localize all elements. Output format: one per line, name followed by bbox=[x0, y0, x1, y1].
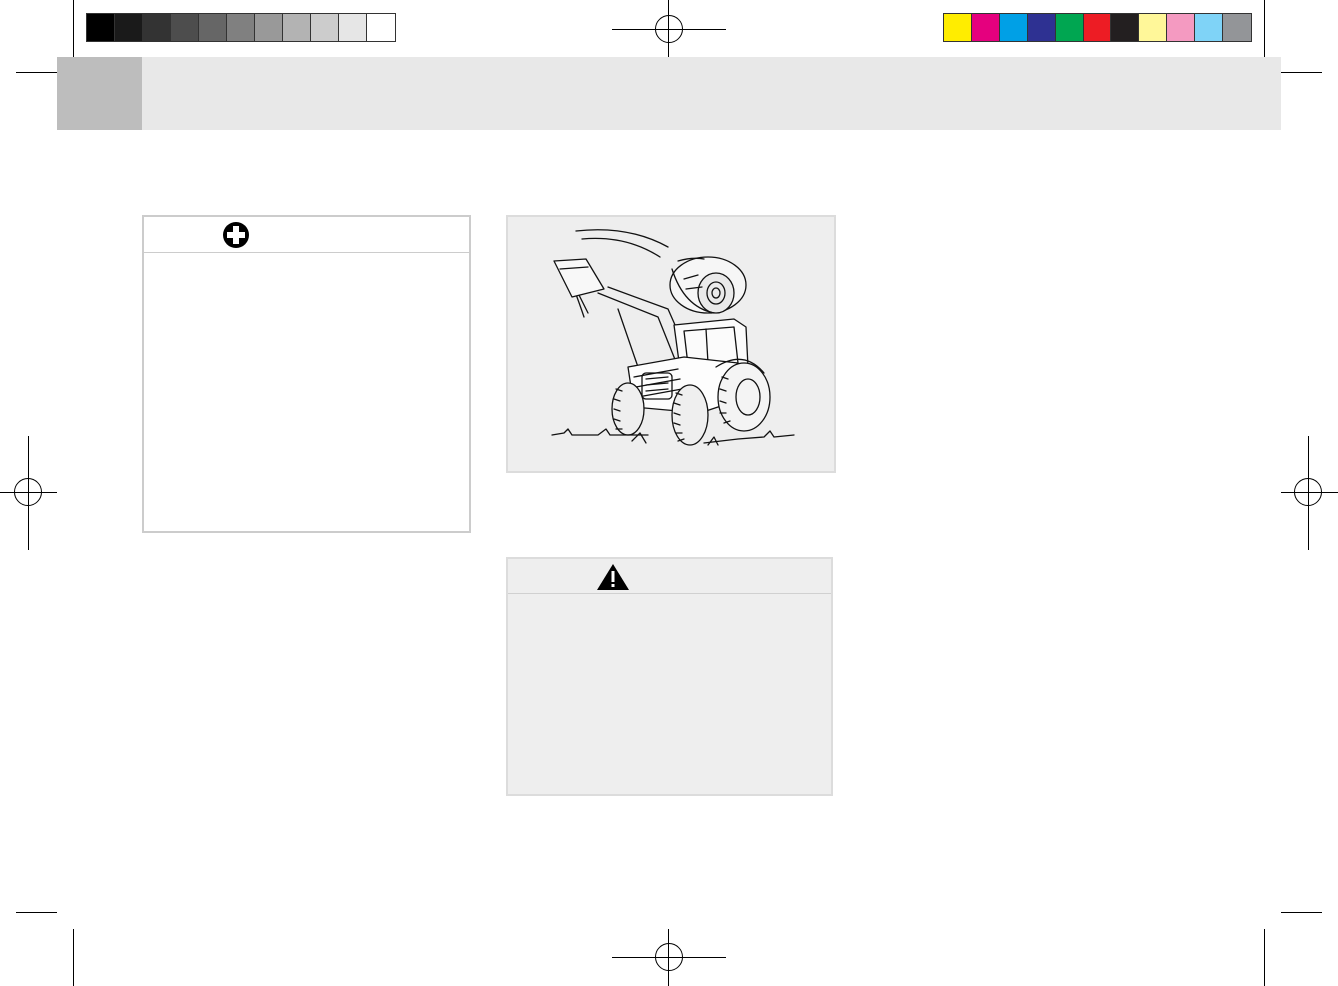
process-color-bar bbox=[943, 13, 1252, 42]
chapter-tab bbox=[57, 57, 142, 130]
gray-swatch bbox=[227, 14, 255, 41]
gray-swatch bbox=[283, 14, 311, 41]
page-header-band bbox=[57, 57, 1281, 130]
warning-triangle-icon bbox=[597, 564, 629, 590]
note-box bbox=[142, 215, 471, 533]
grayscale-color-bar bbox=[86, 13, 396, 42]
gray-swatch bbox=[255, 14, 283, 41]
tractor-illustration bbox=[506, 215, 836, 473]
color-swatch bbox=[1083, 14, 1112, 41]
gray-swatch bbox=[171, 14, 199, 41]
color-swatch bbox=[1167, 14, 1196, 41]
plus-circle-icon bbox=[223, 222, 249, 248]
gray-swatch bbox=[143, 14, 171, 41]
color-swatch bbox=[1223, 14, 1251, 41]
note-box-header bbox=[144, 217, 469, 253]
gray-swatch bbox=[367, 14, 395, 41]
color-swatch bbox=[1111, 14, 1140, 41]
color-swatch bbox=[1139, 14, 1168, 41]
color-swatch bbox=[1027, 14, 1056, 41]
gray-swatch bbox=[311, 14, 339, 41]
color-swatch bbox=[1195, 14, 1224, 41]
color-swatch bbox=[999, 14, 1028, 41]
gray-swatch bbox=[87, 14, 115, 41]
color-swatch bbox=[971, 14, 1000, 41]
tractor-loader-bale-drawing bbox=[551, 229, 795, 446]
warning-box-header bbox=[508, 559, 831, 594]
gray-swatch bbox=[199, 14, 227, 41]
color-swatch bbox=[1055, 14, 1084, 41]
gray-swatch bbox=[115, 14, 143, 41]
warning-box bbox=[506, 557, 833, 796]
gray-swatch bbox=[339, 14, 367, 41]
color-swatch bbox=[944, 14, 972, 41]
